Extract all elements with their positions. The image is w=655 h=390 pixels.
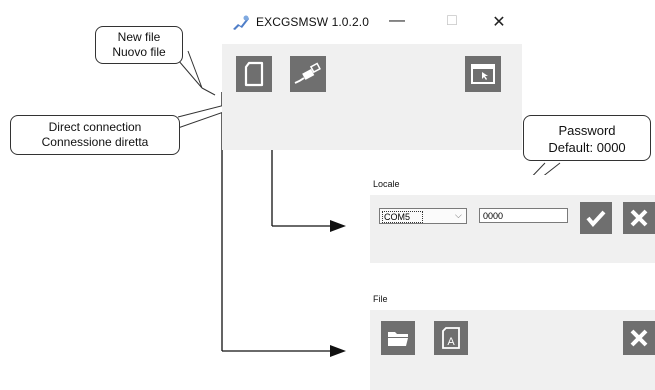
locale-panel-header: Locale — [370, 175, 655, 195]
maximize-button[interactable]: □ — [437, 12, 467, 30]
document-icon — [244, 61, 264, 87]
port-select-value: COM5 — [382, 211, 424, 223]
direct-connection-callout-line1: Direct connection — [48, 120, 142, 134]
file-panel-title: File — [373, 294, 388, 304]
document-a-icon: A — [442, 327, 460, 349]
file-panel: File A — [370, 290, 655, 390]
new-file-callout: New file Nuovo file — [95, 26, 183, 64]
usb-cable-icon — [294, 62, 321, 84]
app-logo-icon — [232, 14, 250, 35]
close-window-button[interactable]: ✕ — [484, 12, 514, 32]
new-file-callout-line1: New file — [117, 30, 161, 44]
new-file-callout-line2: Nuovo file — [112, 45, 166, 59]
svg-text:A: A — [447, 336, 455, 348]
password-callout-line1: Password — [558, 123, 616, 138]
checkmark-icon — [586, 210, 606, 228]
open-file-button[interactable] — [381, 321, 415, 355]
window-title: EXCGSMSW 1.0.2.0 — [256, 15, 369, 29]
title-bar: EXCGSMSW 1.0.2.0 — □ ✕ — [222, 0, 522, 44]
direct-connection-button[interactable] — [290, 56, 326, 92]
close-icon — [630, 329, 648, 347]
file-close-button[interactable] — [623, 321, 655, 355]
password-input[interactable]: 0000 — [479, 208, 568, 223]
confirm-button[interactable] — [580, 202, 612, 234]
folder-icon — [388, 332, 408, 346]
password-callout-line2: Default: 0000 — [548, 140, 626, 155]
password-input-value: 0000 — [483, 211, 504, 221]
file-panel-header: File — [370, 290, 655, 310]
app-window-icon — [471, 64, 495, 84]
locale-panel: Locale COM5 ⌵ 0000 — [370, 175, 655, 263]
minimize-button[interactable]: — — [382, 12, 412, 30]
port-select[interactable]: COM5 ⌵ — [379, 208, 467, 224]
chevron-down-icon: ⌵ — [455, 210, 462, 220]
window-view-button[interactable] — [465, 56, 501, 92]
main-window: EXCGSMSW 1.0.2.0 — □ ✕ — [222, 0, 522, 150]
close-icon — [630, 209, 648, 227]
window-body — [222, 44, 522, 150]
password-callout: Password Default: 0000 — [523, 115, 651, 161]
file-a-button[interactable]: A — [434, 321, 468, 355]
direct-connection-callout-line2: Connessione diretta — [41, 135, 149, 149]
new-file-button[interactable] — [236, 56, 272, 92]
locale-close-button[interactable] — [623, 202, 655, 234]
locale-panel-title: Locale — [373, 179, 400, 189]
direct-connection-callout: Direct connection Connessione diretta — [10, 115, 180, 155]
